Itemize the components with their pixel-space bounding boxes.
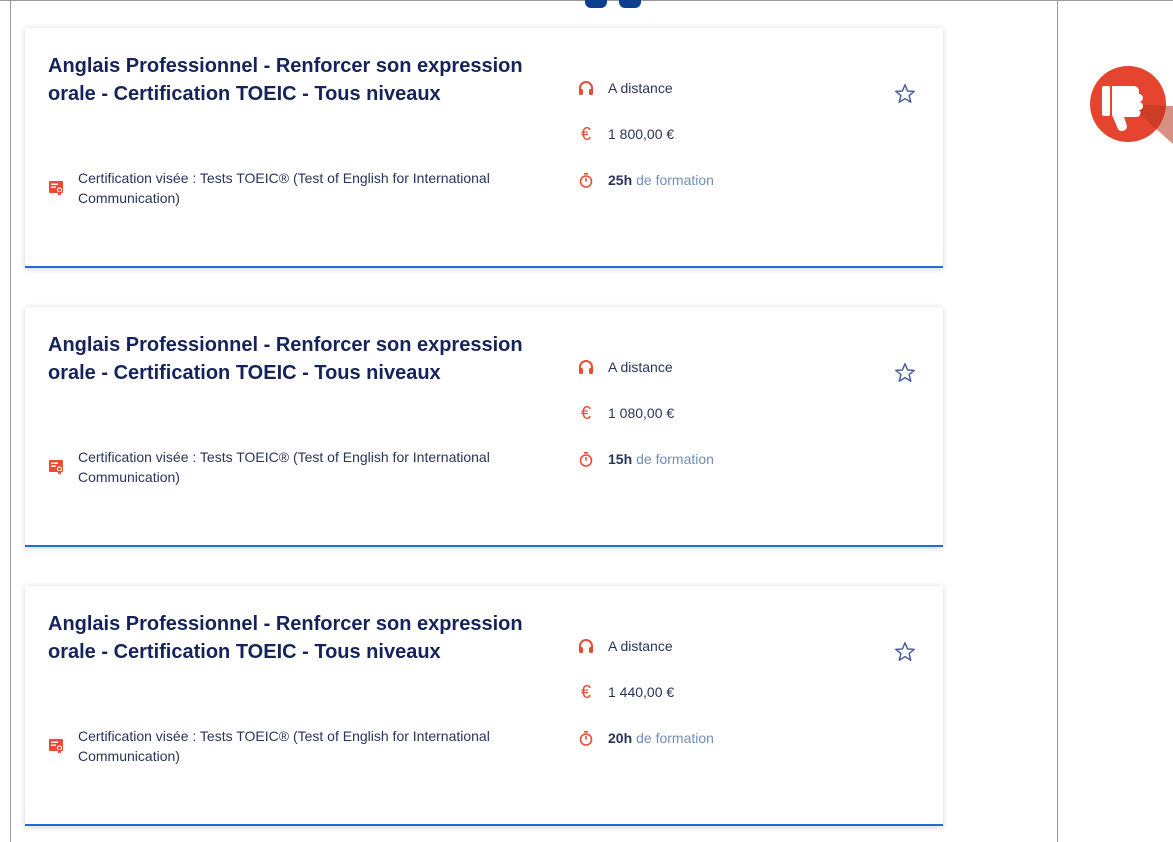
certificate-icon bbox=[49, 739, 63, 754]
thumbs-down-icon bbox=[1090, 66, 1173, 144]
modality-text: A distance bbox=[608, 638, 673, 654]
training-card[interactable]: Anglais Professionnel - Renforcer son ex… bbox=[25, 28, 943, 268]
card-title[interactable]: Anglais Professionnel - Renforcer son ex… bbox=[48, 331, 548, 387]
stopwatch-icon bbox=[578, 451, 594, 467]
price-text: 1 080,00 € bbox=[608, 405, 675, 421]
duration-row: 25h de formation bbox=[578, 168, 714, 192]
euro-icon: € bbox=[580, 681, 591, 702]
duration-suffix: de formation bbox=[636, 730, 714, 746]
page: Anglais Professionnel - Renforcer son ex… bbox=[0, 0, 1173, 842]
duration-row: 15h de formation bbox=[578, 447, 714, 471]
duration-value: 25h bbox=[608, 172, 633, 188]
euro-icon: € bbox=[580, 402, 591, 423]
frame-column-divider bbox=[1057, 0, 1058, 842]
certification-block: Certification visée : Tests TOEIC® (Test… bbox=[48, 726, 528, 766]
frame-left-border bbox=[10, 0, 11, 842]
headphones-icon bbox=[578, 638, 594, 654]
star-outline-icon[interactable] bbox=[893, 361, 917, 385]
price-text: 1 800,00 € bbox=[608, 126, 675, 142]
stopwatch-icon bbox=[578, 730, 594, 746]
price-row: € 1 800,00 € bbox=[578, 122, 714, 146]
certification-block: Certification visée : Tests TOEIC® (Test… bbox=[48, 168, 528, 208]
certification-text: Certification visée : Tests TOEIC® (Test… bbox=[78, 170, 490, 206]
price-row: € 1 440,00 € bbox=[578, 680, 714, 704]
stopwatch-icon bbox=[578, 172, 594, 188]
training-card[interactable]: Anglais Professionnel - Renforcer son ex… bbox=[25, 586, 943, 826]
price-text: 1 440,00 € bbox=[608, 684, 675, 700]
card-title[interactable]: Anglais Professionnel - Renforcer son ex… bbox=[48, 52, 548, 108]
certificate-icon bbox=[49, 460, 63, 475]
headphones-icon bbox=[578, 359, 594, 375]
modality-row: A distance bbox=[578, 634, 714, 658]
duration-value: 15h bbox=[608, 451, 633, 467]
duration-value: 20h bbox=[608, 730, 633, 746]
card-meta: A distance € 1 080,00 € 15h de formation bbox=[578, 355, 714, 493]
star-outline-icon[interactable] bbox=[893, 640, 917, 664]
duration-suffix: de formation bbox=[636, 451, 714, 467]
card-meta: A distance € 1 440,00 € 20h de formation bbox=[578, 634, 714, 772]
price-row: € 1 080,00 € bbox=[578, 401, 714, 425]
modality-row: A distance bbox=[578, 355, 714, 379]
star-outline-icon[interactable] bbox=[893, 82, 917, 106]
cropped-heading-fragment bbox=[585, 0, 675, 8]
card-title[interactable]: Anglais Professionnel - Renforcer son ex… bbox=[48, 610, 548, 666]
modality-text: A distance bbox=[608, 80, 673, 96]
modality-row: A distance bbox=[578, 76, 714, 100]
duration-row: 20h de formation bbox=[578, 726, 714, 750]
modality-text: A distance bbox=[608, 359, 673, 375]
euro-icon: € bbox=[580, 123, 591, 144]
certification-block: Certification visée : Tests TOEIC® (Test… bbox=[48, 447, 528, 487]
duration-suffix: de formation bbox=[636, 172, 714, 188]
training-card[interactable]: Anglais Professionnel - Renforcer son ex… bbox=[25, 307, 943, 547]
card-meta: A distance € 1 800,00 € 25h de formation bbox=[578, 76, 714, 214]
certificate-icon bbox=[49, 181, 63, 196]
certification-text: Certification visée : Tests TOEIC® (Test… bbox=[78, 449, 490, 485]
headphones-icon bbox=[578, 80, 594, 96]
certification-text: Certification visée : Tests TOEIC® (Test… bbox=[78, 728, 490, 764]
